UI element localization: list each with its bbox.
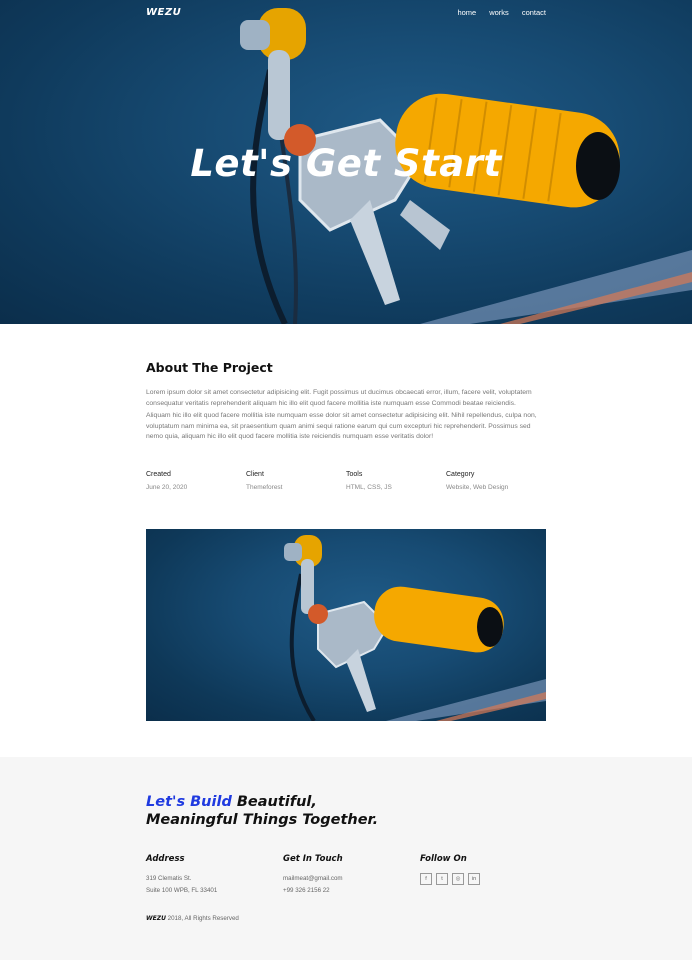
cta-line1-rest: Beautiful, (231, 794, 317, 810)
facebook-icon[interactable]: f (420, 873, 432, 885)
meta-value: Website, Web Design (446, 484, 509, 491)
meta-created: Created June 20, 2020 (146, 471, 246, 491)
address-line-1: 319 Clematis St. (146, 875, 192, 882)
about-paragraph-2: Aliquam hic illo elit quod facere mollit… (146, 412, 537, 440)
footer-follow: Follow On f t ◎ in (420, 854, 480, 885)
address-heading: Address (146, 854, 185, 864)
twitter-icon[interactable]: t (436, 873, 448, 885)
meta-tools: Tools HTML, CSS, JS (346, 471, 446, 491)
footer-cta: Let's Build Beautiful, Meaningful Things… (146, 793, 378, 829)
hero-section: WEZU home works contact Let's Get Start (0, 0, 692, 324)
meta-category: Category Website, Web Design (446, 471, 546, 491)
meta-value: June 20, 2020 (146, 484, 188, 491)
project-image (146, 529, 546, 721)
meta-label: Category (446, 471, 475, 478)
nav-link-works[interactable]: works (489, 8, 509, 17)
copyright-text: 2018, All Rights Reserved (165, 915, 239, 922)
meta-client: Client Themeforest (246, 471, 346, 491)
project-bike-image (284, 535, 546, 721)
hero-title: Let's Get Start (190, 142, 502, 185)
meta-value: HTML, CSS, JS (346, 484, 392, 491)
meta-label: Created (146, 471, 171, 478)
about-paragraph-1: Lorem ipsum dolor sit amet consectetur a… (146, 389, 532, 407)
contact-heading: Get In Touch (283, 854, 343, 864)
address-line-2: Suite 100 WPB, FL 33401 (146, 887, 218, 894)
nav-link-home[interactable]: home (457, 8, 476, 17)
about-section: About The Project Lorem ipsum dolor sit … (146, 360, 546, 445)
linkedin-icon[interactable]: in (468, 873, 480, 885)
contact-phone[interactable]: +99 326 2156 22 (283, 885, 343, 897)
meta-label: Tools (346, 471, 363, 478)
footer-address: Address 319 Clematis St. Suite 100 WPB, … (146, 854, 217, 897)
nav-link-contact[interactable]: contact (522, 8, 546, 17)
meta-value: Themeforest (246, 484, 283, 491)
brand-logo[interactable]: WEZU (146, 7, 181, 18)
project-meta: Created June 20, 2020 Client Themeforest… (146, 471, 546, 491)
follow-heading: Follow On (420, 854, 467, 864)
footer: Let's Build Beautiful, Meaningful Things… (0, 757, 692, 960)
meta-label: Client (246, 471, 264, 478)
instagram-icon[interactable]: ◎ (452, 873, 464, 885)
social-icons: f t ◎ in (420, 873, 480, 885)
copyright: WEZU 2018, All Rights Reserved (146, 915, 239, 922)
contact-email[interactable]: mailmeat@gmail.com (283, 873, 343, 885)
footer-contact: Get In Touch mailmeat@gmail.com +99 326 … (283, 854, 343, 897)
top-nav: WEZU home works contact (146, 6, 546, 20)
cta-line2: Meaningful Things Together. (146, 812, 379, 828)
cta-accent: Let's Build (146, 794, 232, 810)
copyright-brand: WEZU (146, 915, 166, 922)
about-heading: About The Project (146, 360, 273, 375)
nav-links: home works contact (457, 8, 546, 17)
